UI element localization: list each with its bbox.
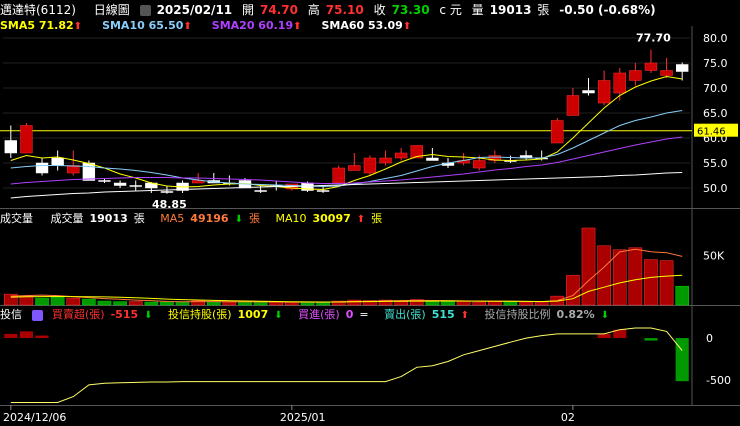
volume-bar [394,301,408,306]
volume-bar [534,301,549,306]
institution-bar [597,333,611,339]
volume-bar [35,297,49,306]
volume-bar [316,302,330,306]
candle-body [379,157,392,164]
stock-chart[interactable]: 80.075.070.065.060.055.050.061.4677.7048… [0,0,740,426]
price-tick-label: 75.0 [703,57,728,70]
price-tick-label: 55.0 [703,157,728,170]
volume-ma-line-ma10 [10,274,683,303]
volume-bar [503,301,518,306]
candle-body [473,160,486,169]
candle-body [551,120,564,144]
candle-body [394,152,408,159]
price-tick-label: 80.0 [703,32,728,45]
volume-bar [82,298,96,306]
volume-bar [128,301,143,306]
volume-bar [113,301,127,306]
candle-body [20,125,33,154]
ma-line-sma5 [10,75,683,191]
candle-body [332,167,345,184]
volume-bar [612,249,627,306]
volume-bar [597,245,611,306]
candle-body [51,157,64,166]
volume-bar [472,301,487,306]
volume-bar [659,260,674,306]
ma-line-sma10 [10,110,683,188]
volume-bar [144,301,159,306]
candle-body [660,70,673,76]
price-annotation: 48.85 [152,198,187,211]
volume-bar [19,295,34,306]
volume-bar [425,300,440,306]
volume-bar [160,301,174,306]
candle-body [644,62,658,71]
candle-body [363,157,377,174]
ma-line-sma60 [10,172,683,199]
price-annotation: 77.70 [636,32,671,45]
x-axis-label: 02 [561,411,575,424]
volume-bar [50,296,65,306]
institution-bar [4,333,18,339]
candle-body [35,162,49,174]
institution-tick-label: 0 [706,332,713,345]
candle-body [426,157,439,161]
volume-bar [222,301,237,306]
volume-bar [456,300,471,306]
candle-body [129,185,142,187]
volume-bar [175,301,190,306]
candle-body [676,64,689,72]
candle-body [160,191,174,193]
volume-bar [644,259,658,306]
candle-body [629,70,642,81]
price-tick-label: 50.0 [703,182,728,195]
candle-body [98,180,111,182]
institution-bar [19,331,33,339]
institution-bar [35,335,49,339]
reference-value: 61.46 [697,127,726,138]
candle-body [254,190,267,192]
candle-body [582,90,595,94]
institution-tick-label: -500 [706,374,731,387]
volume-bar [347,299,362,306]
x-axis-label: 2024/12/06 [3,411,66,424]
candle-body [82,162,96,181]
volume-bar [66,297,81,306]
volume-bar [441,301,455,306]
candle-body [348,165,361,171]
volume-bar [675,285,690,306]
candle-body [113,182,127,186]
volume-bar [519,301,533,306]
institution-bar [644,338,658,341]
institution-holding-line [10,327,683,403]
candle-body [613,72,626,94]
volume-bar [566,275,580,306]
price-tick-label: 65.0 [703,107,728,120]
volume-bar [97,300,112,306]
volume-tick-label: 50K [703,250,725,263]
price-tick-label: 70.0 [703,82,728,95]
volume-bar [206,301,221,306]
candle-body [597,80,611,104]
x-axis-label: 2025/01 [280,411,326,424]
volume-bar [628,247,643,306]
candle-body [566,95,580,116]
volume-bar [253,302,268,306]
volume-bar [238,301,252,306]
candle-body [316,190,330,192]
candle-body [4,140,17,154]
